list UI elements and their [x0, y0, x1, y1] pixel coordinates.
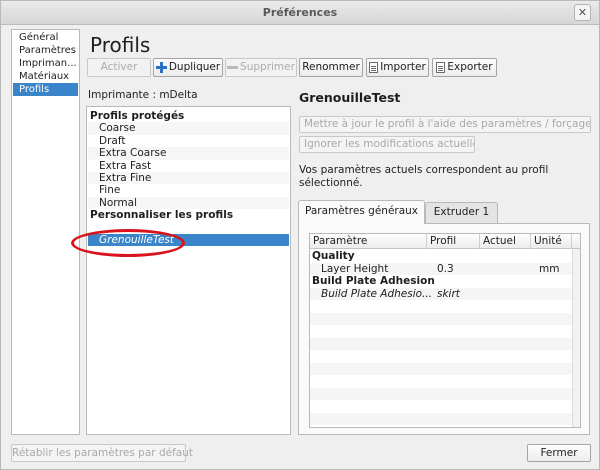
tab-general-settings[interactable]: Paramètres généraux [298, 200, 425, 224]
tab-extruder-1[interactable]: Extruder 1 [425, 202, 498, 223]
activate-button[interactable]: Activer [87, 58, 151, 77]
reset-defaults-button[interactable]: Rétablir les paramètres par défaut [11, 444, 193, 462]
profile-value: skirt [437, 287, 460, 300]
profile-item[interactable]: Extra Fine [88, 172, 289, 185]
rename-button[interactable]: Renommer [299, 58, 363, 77]
profile-item[interactable]: Draft [88, 135, 289, 147]
export-label: Exporter [447, 61, 493, 73]
import-button[interactable]: Importer [366, 58, 429, 77]
sidebar-item-materials[interactable]: Matériaux [13, 70, 78, 83]
profile-value: 0.3 [437, 262, 454, 275]
sidebar-item-settings[interactable]: Paramètres [13, 44, 78, 57]
minus-icon [227, 65, 239, 69]
title-bar: Préférences ✕ [1, 1, 599, 25]
table-row: Layer Height 0.3 mm [310, 262, 572, 275]
profile-item[interactable]: Fine [88, 184, 289, 196]
sidebar-item-general[interactable]: Général [13, 31, 78, 44]
custom-profiles-header: Personnaliser les profils [90, 209, 234, 222]
preferences-sidebar: Général Paramètres Impriman... Matériaux… [11, 29, 80, 435]
plus-icon [155, 61, 167, 73]
duplicate-button[interactable]: Dupliquer [153, 58, 223, 77]
table-scrollbar[interactable] [572, 249, 580, 427]
window-title: Préférences [262, 6, 338, 19]
unit-value: mm [539, 262, 560, 275]
close-button[interactable]: Fermer [527, 444, 591, 462]
sidebar-item-profiles[interactable]: Profils [13, 83, 78, 96]
remove-button[interactable]: Supprimer [225, 58, 297, 77]
table-row-empty [310, 375, 572, 388]
duplicate-label: Dupliquer [168, 61, 221, 73]
table-row: Build Plate Adhesion [310, 275, 572, 288]
profile-item[interactable]: Normal [88, 196, 289, 210]
discard-changes-button[interactable]: Ignorer les modifications actuelles [299, 136, 475, 153]
profile-item[interactable]: Extra Fast [88, 160, 289, 172]
profile-item[interactable]: Extra Coarse [88, 147, 289, 160]
column-header-current[interactable]: Actuel [480, 234, 531, 249]
column-header-profile[interactable]: Profil [427, 234, 480, 249]
import-label: Importer [380, 61, 426, 73]
table-row: Build Plate Adhesio... skirt [310, 287, 572, 300]
import-icon [369, 61, 379, 73]
table-row-empty [310, 325, 572, 338]
parameter-name: Layer Height [321, 262, 389, 275]
table-row-empty [310, 350, 572, 363]
match-note: Vos paramètres actuels correspondent au … [299, 164, 549, 189]
table-header: Paramètre Profil Actuel Unité [310, 234, 580, 249]
close-icon[interactable]: ✕ [574, 4, 591, 21]
section-label: Build Plate Adhesion [312, 275, 435, 287]
page-title: Profils [90, 33, 151, 57]
profile-item[interactable]: Coarse [88, 122, 289, 135]
preferences-window: Préférences ✕ Général Paramètres Imprima… [0, 0, 600, 470]
section-label: Quality [312, 250, 355, 262]
parameter-name: Build Plate Adhesio... [321, 287, 433, 300]
table-row-empty [310, 300, 572, 313]
profile-list: Profils protégés Coarse Draft Extra Coar… [86, 106, 291, 435]
table-row-empty [310, 387, 572, 400]
column-header-parameter[interactable]: Paramètre [310, 234, 427, 249]
update-profile-button[interactable]: Mettre à jour le profil à l'aide des par… [299, 116, 591, 133]
remove-label: Supprimer [240, 61, 295, 73]
table-row-empty [310, 412, 572, 425]
profile-item-selected[interactable]: GrenouilleTest [88, 234, 289, 247]
table-row-empty [310, 362, 572, 375]
sidebar-item-printers[interactable]: Impriman... [13, 57, 78, 70]
export-icon [436, 61, 446, 73]
printer-label: Imprimante : mDelta [88, 89, 198, 101]
table-row-empty [310, 312, 572, 325]
column-header-unit[interactable]: Unité [531, 234, 572, 249]
table-row-empty [310, 400, 572, 413]
table-row: Quality [310, 250, 572, 263]
protected-profiles-header: Profils protégés [90, 110, 185, 122]
export-button[interactable]: Exporter [432, 58, 497, 77]
settings-table: Paramètre Profil Actuel Unité Quality La… [309, 233, 581, 428]
table-row-empty [310, 337, 572, 350]
profile-name-heading: GrenouilleTest [299, 90, 401, 105]
